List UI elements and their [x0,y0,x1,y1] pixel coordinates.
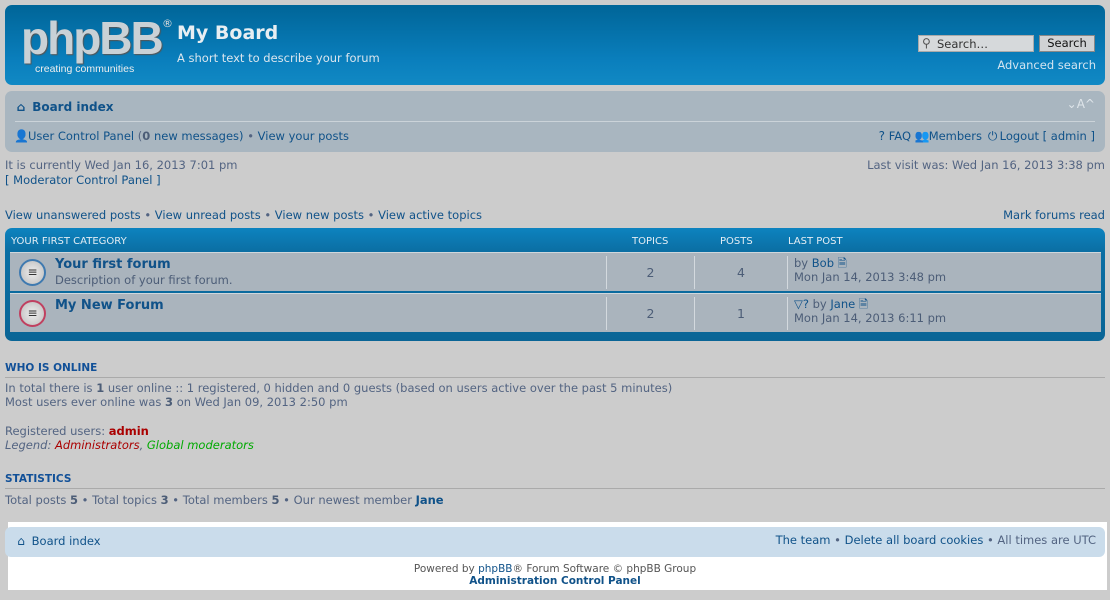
newest-member-link[interactable]: Jane [416,493,444,507]
view-unanswered-link[interactable]: View unanswered posts [5,208,141,222]
home-icon: ⌂ [16,100,26,114]
footer-navbar: ⌂ Board index The team • Delete all boar… [5,527,1105,557]
new-messages-link[interactable]: new messages) [150,129,244,143]
forum-row: ≡ My New Forum 2 1 ▽? by Jane 🗎 Mon Jan 1… [10,293,1101,332]
col-topics: TOPICS [632,236,669,247]
phpbb-link[interactable]: phpBB [478,563,512,575]
view-latest-post-icon[interactable]: 🗎 [838,256,847,270]
power-icon: ⏻ [987,129,998,143]
view-new-link[interactable]: View new posts [275,208,364,222]
font-size-controls[interactable]: ⌄A^ [1067,97,1095,111]
acp-link[interactable]: Administration Control Panel [0,575,1110,587]
members-icon: 👥 [914,129,930,143]
view-latest-post-icon[interactable]: 🗎 [859,297,868,311]
the-team-link[interactable]: The team [776,533,831,547]
home-icon: ⌂ [17,534,25,548]
advanced-search-link[interactable]: Advanced search [997,58,1096,72]
footer-board-index-link[interactable]: Board index [32,534,101,548]
forum-read-icon: ≡ [19,259,46,286]
unapproved-icon[interactable]: ▽? [794,297,809,311]
breadcrumb-board-index[interactable]: Board index [32,100,113,114]
members-link[interactable]: Members [929,129,982,143]
search-input[interactable]: ⚲ Search… [918,35,1034,52]
view-your-posts-link[interactable]: View your posts [258,129,349,143]
legend-administrators[interactable]: Administrators [55,438,140,452]
posts-count: 4 [694,256,787,289]
faq-icon: ? [878,129,885,143]
forum-description: Description of your first forum. [55,273,233,287]
topics-count: 2 [606,297,694,330]
category-title[interactable]: YOUR FIRST CATEGORY [11,236,127,247]
last-post: by Bob 🗎 Mon Jan 14, 2013 3:48 pm [787,256,946,289]
powered-by: Powered by phpBB® Forum Software © phpBB… [413,563,697,575]
current-time: It is currently Wed Jan 16, 2013 7:01 pm [5,158,238,172]
delete-cookies-link[interactable]: Delete all board cookies [845,533,984,547]
last-post-author[interactable]: Bob [812,256,834,270]
forum-row: ≡ Your first forum Description of your f… [10,252,1101,291]
quick-links: View unanswered posts • View unread post… [5,208,483,222]
logout-link[interactable]: Logout [ admin ] [1000,129,1095,143]
registered-users: Registered users: admin Legend: Administr… [5,424,254,452]
legend-global-moderators[interactable]: Global moderators [147,438,254,452]
view-unread-link[interactable]: View unread posts [155,208,261,222]
col-last-post: LAST POST [788,236,843,247]
forum-unread-icon: ≡ [19,300,46,327]
statistics-text: Total posts 5 • Total topics 3 • Total m… [5,493,444,507]
forum-category: YOUR FIRST CATEGORY TOPICS POSTS LAST PO… [5,228,1105,341]
last-visit: Last visit was: Wed Jan 16, 2013 3:38 pm [867,158,1105,172]
forum-title[interactable]: My New Forum [55,298,164,313]
user-admin-link[interactable]: admin [109,424,149,438]
last-post-author[interactable]: Jane [830,297,855,311]
mcp-link[interactable]: [ Moderator Control Panel ] [5,173,161,187]
site-description: A short text to describe your forum [177,51,380,65]
ucp-link[interactable]: User Control Panel [28,129,134,143]
search-icon: ⚲ [922,36,931,50]
topics-count: 2 [606,256,694,289]
view-active-link[interactable]: View active topics [378,208,482,222]
last-post: ▽? by Jane 🗎 Mon Jan 14, 2013 6:11 pm [787,297,946,330]
posts-count: 1 [694,297,787,330]
search-button[interactable]: Search [1039,35,1095,52]
navbar: ⌂ Board index ⌄A^ 👤User Control Panel (0… [5,91,1105,152]
who-is-online-heading: WHO IS ONLINE [5,362,1105,378]
online-summary: In total there is 1 user online :: 1 reg… [5,381,673,409]
user-icon: 👤 [14,129,29,143]
forum-title[interactable]: Your first forum [55,257,171,272]
faq-link[interactable]: FAQ [889,129,911,143]
phpbb-logo[interactable]: phpBB ® creating communities [21,12,173,77]
col-posts: POSTS [720,236,753,247]
site-title: My Board [177,22,279,44]
mark-forums-read-link[interactable]: Mark forums read [1003,208,1105,222]
divider [15,121,1095,122]
statistics-heading: STATISTICS [5,473,1105,489]
